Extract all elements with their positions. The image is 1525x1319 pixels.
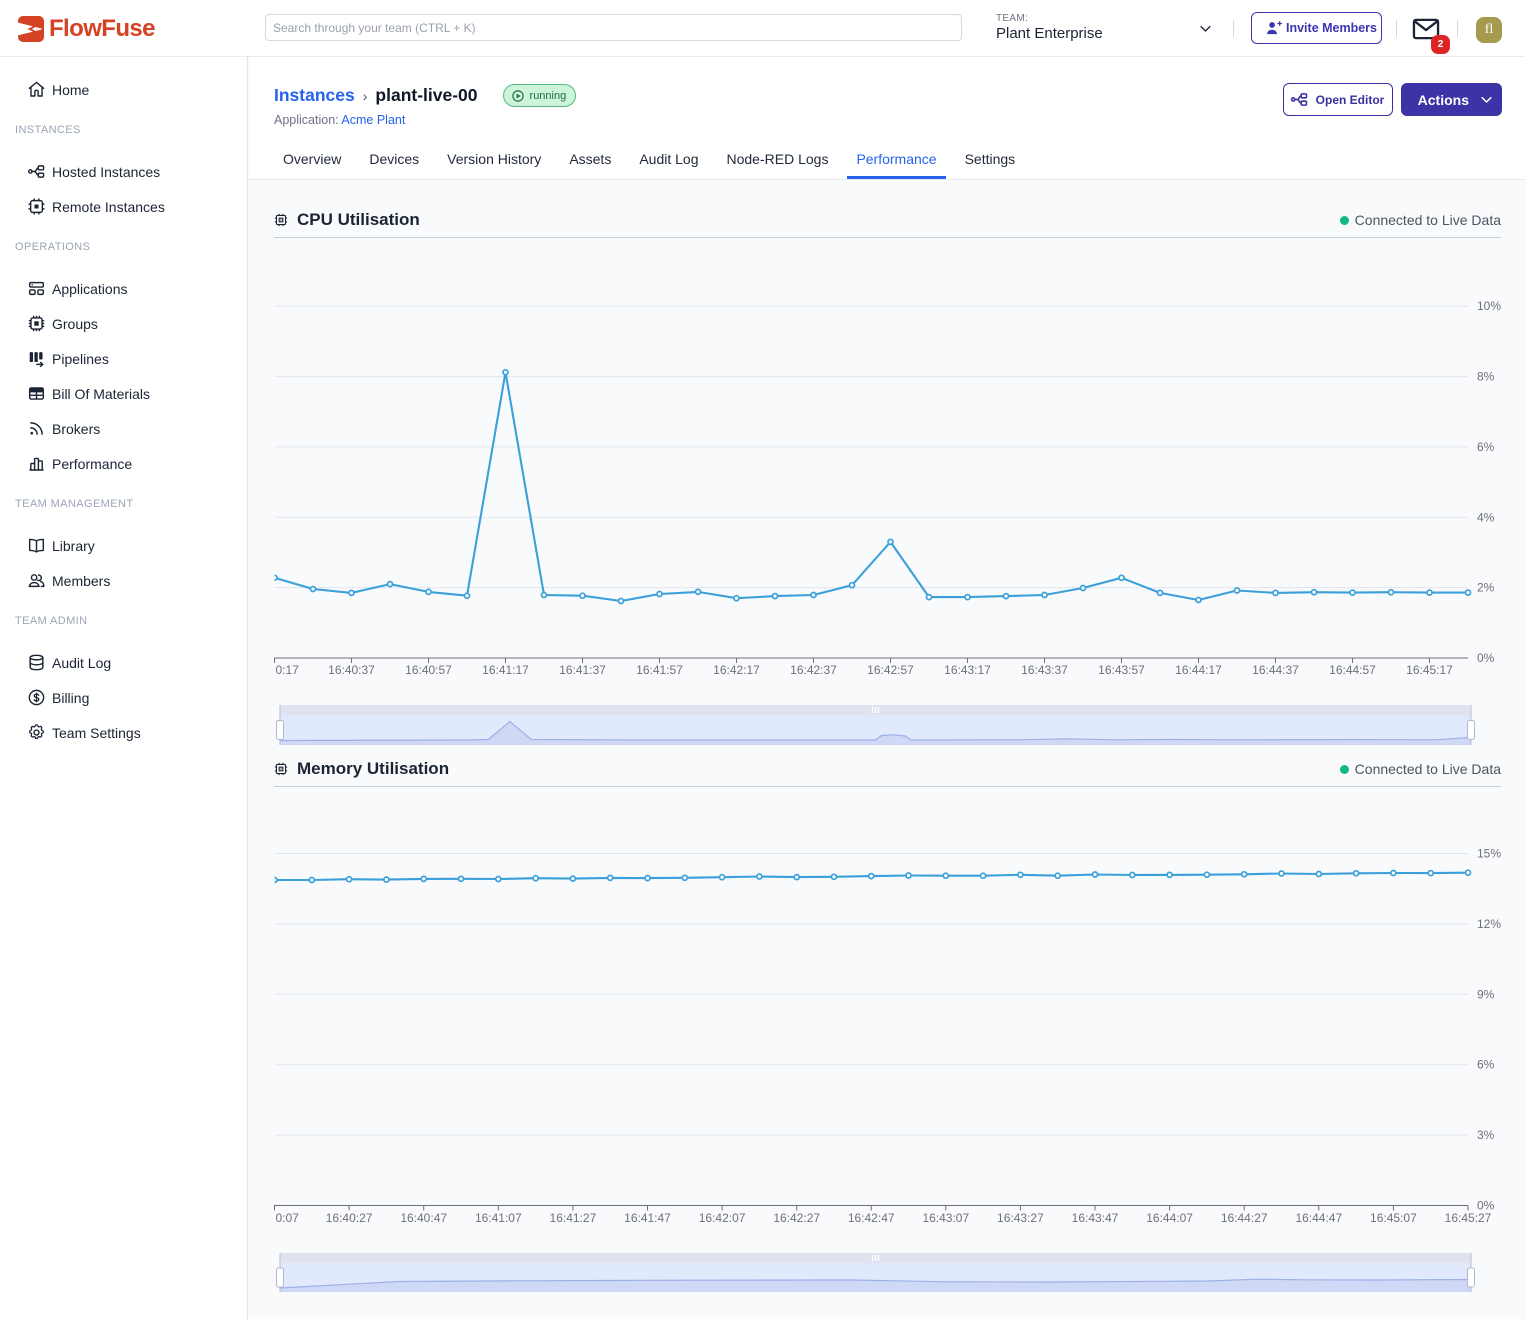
svg-text:0:17: 0:17: [276, 663, 300, 677]
svg-text:16:41:27: 16:41:27: [550, 1211, 597, 1225]
svg-text:16:44:07: 16:44:07: [1146, 1211, 1193, 1225]
svg-text:2%: 2%: [1477, 581, 1495, 595]
svg-text:6%: 6%: [1477, 440, 1495, 454]
svg-text:16:41:47: 16:41:47: [624, 1211, 671, 1225]
svg-text:16:41:37: 16:41:37: [559, 663, 606, 677]
svg-text:16:41:57: 16:41:57: [636, 663, 683, 677]
svg-text:12%: 12%: [1477, 917, 1501, 931]
svg-text:16:40:57: 16:40:57: [405, 663, 452, 677]
svg-text:16:44:37: 16:44:37: [1252, 663, 1299, 677]
svg-text:16:42:57: 16:42:57: [867, 663, 914, 677]
svg-text:16:43:57: 16:43:57: [1098, 663, 1145, 677]
svg-text:9%: 9%: [1477, 987, 1495, 1001]
svg-text:10%: 10%: [1477, 299, 1501, 313]
svg-text:16:43:37: 16:43:37: [1021, 663, 1068, 677]
svg-text:16:44:57: 16:44:57: [1329, 663, 1376, 677]
svg-text:16:43:07: 16:43:07: [922, 1211, 969, 1225]
svg-text:16:41:07: 16:41:07: [475, 1211, 522, 1225]
svg-text:16:45:17: 16:45:17: [1406, 663, 1453, 677]
svg-text:16:40:47: 16:40:47: [400, 1211, 447, 1225]
svg-text:16:43:47: 16:43:47: [1072, 1211, 1119, 1225]
svg-text:16:42:17: 16:42:17: [713, 663, 760, 677]
svg-text:16:44:27: 16:44:27: [1221, 1211, 1268, 1225]
svg-text:16:44:47: 16:44:47: [1295, 1211, 1342, 1225]
svg-text:0%: 0%: [1477, 651, 1495, 665]
svg-text:16:40:37: 16:40:37: [328, 663, 375, 677]
svg-text:16:40:27: 16:40:27: [326, 1211, 373, 1225]
svg-text:0%: 0%: [1477, 1199, 1495, 1213]
svg-text:16:42:07: 16:42:07: [699, 1211, 746, 1225]
svg-text:16:43:27: 16:43:27: [997, 1211, 1044, 1225]
svg-text:16:44:17: 16:44:17: [1175, 663, 1222, 677]
svg-text:0:07: 0:07: [276, 1211, 300, 1225]
svg-text:8%: 8%: [1477, 370, 1495, 384]
svg-text:16:45:07: 16:45:07: [1370, 1211, 1417, 1225]
svg-text:16:42:47: 16:42:47: [848, 1211, 895, 1225]
svg-text:16:42:37: 16:42:37: [790, 663, 837, 677]
svg-text:6%: 6%: [1477, 1058, 1495, 1072]
svg-text:16:45:27: 16:45:27: [1445, 1211, 1492, 1225]
svg-text:16:41:17: 16:41:17: [482, 663, 529, 677]
svg-text:15%: 15%: [1477, 847, 1501, 861]
svg-text:4%: 4%: [1477, 510, 1495, 524]
svg-text:16:42:27: 16:42:27: [773, 1211, 820, 1225]
svg-text:16:43:17: 16:43:17: [944, 663, 991, 677]
svg-text:3%: 3%: [1477, 1128, 1495, 1142]
